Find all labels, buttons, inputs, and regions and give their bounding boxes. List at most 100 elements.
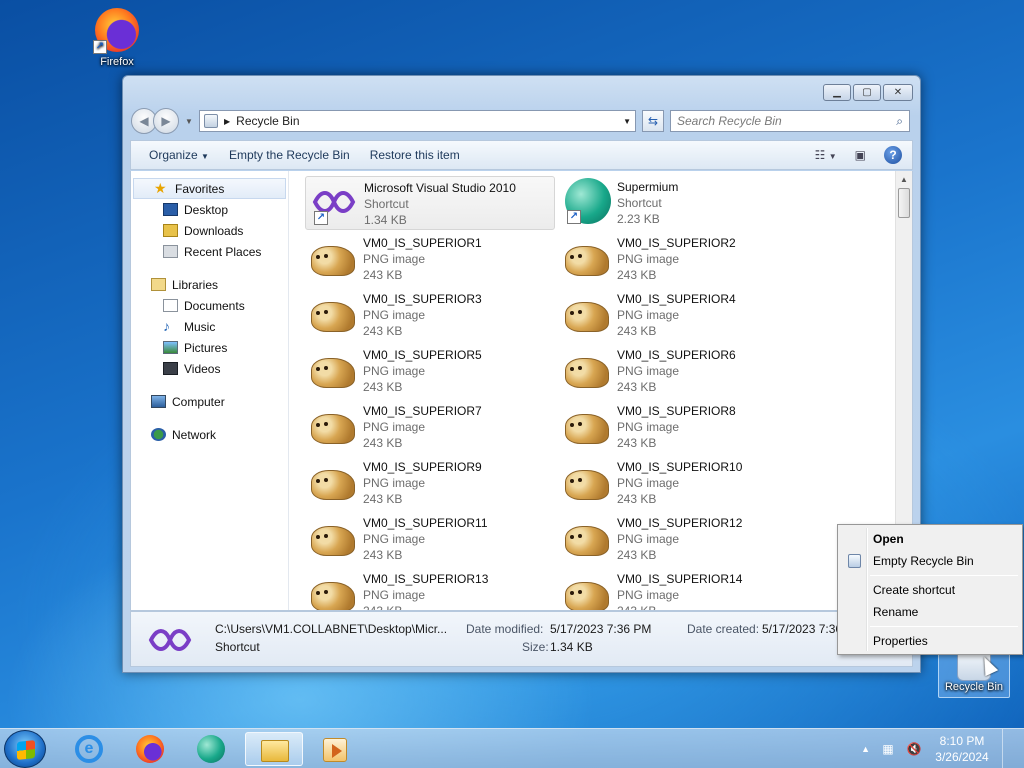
file-item[interactable]: VM0_IS_SUPERIOR11 PNG image 243 KB <box>305 512 555 566</box>
clock-date: 3/26/2024 <box>935 750 989 764</box>
file-name: VM0_IS_SUPERIOR5 <box>363 348 482 362</box>
nav-downloads[interactable]: Downloads <box>131 220 288 241</box>
breadcrumb-arrow-icon[interactable]: ▶ <box>224 117 230 126</box>
file-name: VM0_IS_SUPERIOR11 <box>363 516 488 530</box>
file-type: PNG image <box>363 532 426 546</box>
main-pane: ★ Favorites Desktop Downloads Recent Plac… <box>130 171 913 611</box>
doge-thumbnail <box>563 458 611 506</box>
scroll-up-icon[interactable]: ▲ <box>896 171 912 188</box>
menu-item-open[interactable]: Open <box>840 528 1020 550</box>
file-item[interactable]: VM0_IS_SUPERIOR10 PNG image 243 KB <box>559 456 809 510</box>
shortcut-arrow-icon: ↗ <box>93 40 107 54</box>
forward-button[interactable]: ▶ <box>153 108 179 134</box>
menu-item-empty-recycle-bin[interactable]: Empty Recycle Bin <box>840 550 1020 572</box>
organize-button[interactable]: Organize ▼ <box>143 148 223 162</box>
taskbar-app-supermium[interactable] <box>182 732 240 766</box>
nav-label: Downloads <box>184 223 244 238</box>
nav-favorites[interactable]: ★ Favorites <box>133 178 286 199</box>
restore-item-button[interactable]: Restore this item <box>364 148 474 162</box>
command-bar: Organize ▼ Empty the Recycle Bin Restore… <box>130 140 913 170</box>
file-item[interactable]: VM0_IS_SUPERIOR12 PNG image 243 KB <box>559 512 809 566</box>
network-icon[interactable]: ▦ <box>880 742 896 756</box>
scrollbar-thumb[interactable] <box>898 188 910 218</box>
taskbar-app-firefox[interactable] <box>121 732 179 766</box>
clock[interactable]: 8:10 PM 3/26/2024 <box>932 733 992 765</box>
visual-studio-icon: ↗ <box>310 179 358 227</box>
nav-videos[interactable]: Videos <box>131 358 288 379</box>
date-modified-value: 5/17/2023 7:36 PM <box>550 622 652 636</box>
file-meta: VM0_IS_SUPERIOR4 PNG image 243 KB <box>617 290 736 339</box>
taskbar-app-media-player[interactable] <box>306 732 364 766</box>
maximize-button[interactable]: ▢ <box>853 84 881 101</box>
nav-documents[interactable]: Documents <box>131 295 288 316</box>
nav-desktop[interactable]: Desktop <box>131 199 288 220</box>
details-type: Shortcut <box>215 640 260 654</box>
search-input[interactable]: Search Recycle Bin ⌕ <box>670 110 910 132</box>
nav-pictures[interactable]: Pictures <box>131 337 288 358</box>
view-options-icon[interactable]: ☷ ▼ <box>815 148 837 162</box>
file-type: PNG image <box>617 476 680 490</box>
nav-label: Libraries <box>172 277 219 292</box>
file-item[interactable]: VM0_IS_SUPERIOR14 PNG image243 KB <box>559 568 809 610</box>
file-item[interactable]: VM0_IS_SUPERIOR7 PNG image 243 KB <box>305 400 555 454</box>
file-item[interactable]: ↗ Supermium Shortcut 2.23 KB <box>559 176 809 230</box>
size-label: Size: <box>522 640 549 654</box>
desktop-icon-firefox[interactable]: ↗ Firefox <box>81 6 153 68</box>
details-path: C:\Users\VM1.COLLABNET\Desktop\Micr... <box>215 622 448 636</box>
file-item[interactable]: VM0_IS_SUPERIOR1 PNG image 243 KB <box>305 232 555 286</box>
taskbar-app-explorer[interactable] <box>245 732 303 766</box>
file-item[interactable]: VM0_IS_SUPERIOR13 PNG image243 KB <box>305 568 555 610</box>
nav-recent-places[interactable]: Recent Places <box>131 241 288 262</box>
preview-pane-icon[interactable]: ▣ <box>855 148 866 162</box>
menu-item-rename[interactable]: Rename <box>840 601 1020 623</box>
desktop-icon-recycle-bin[interactable]: Recycle Bin <box>938 648 1010 698</box>
help-icon[interactable]: ? <box>884 146 902 164</box>
file-name: VM0_IS_SUPERIOR12 <box>617 516 743 530</box>
windows-explorer-icon <box>261 740 289 762</box>
menu-item-create-shortcut[interactable]: Create shortcut <box>840 579 1020 601</box>
file-type: PNG image <box>363 308 426 322</box>
minimize-button[interactable]: ▁ <box>823 84 851 101</box>
file-item[interactable]: VM0_IS_SUPERIOR6 PNG image 243 KB <box>559 344 809 398</box>
doge-thumbnail <box>563 234 611 282</box>
empty-recycle-bin-button[interactable]: Empty the Recycle Bin <box>223 148 364 162</box>
date-created-label: Date created: <box>687 622 760 636</box>
address-dropdown-icon[interactable]: ▼ <box>623 117 631 126</box>
file-item[interactable]: VM0_IS_SUPERIOR9 PNG image 243 KB <box>305 456 555 510</box>
nav-computer[interactable]: Computer <box>131 391 288 412</box>
volume-muted-icon[interactable]: 🔇 <box>906 742 922 756</box>
show-desktop-button[interactable] <box>1002 729 1014 768</box>
file-item[interactable]: VM0_IS_SUPERIOR8 PNG image 243 KB <box>559 400 809 454</box>
file-item[interactable]: VM0_IS_SUPERIOR5 PNG image 243 KB <box>305 344 555 398</box>
file-size: 243 KB <box>617 324 657 338</box>
nav-libraries[interactable]: Libraries <box>131 274 288 295</box>
file-item[interactable]: VM0_IS_SUPERIOR2 PNG image 243 KB <box>559 232 809 286</box>
taskbar-app-ie[interactable]: e <box>60 732 118 766</box>
file-item[interactable]: ↗ Microsoft Visual Studio 2010 Shortcut 1.3… <box>305 176 555 230</box>
menu-item-properties[interactable]: Properties <box>840 630 1020 652</box>
firefox-icon: ↗ <box>93 6 141 54</box>
address-bar[interactable]: ▶ Recycle Bin ▼ <box>199 110 636 132</box>
file-item[interactable]: VM0_IS_SUPERIOR4 PNG image 243 KB <box>559 288 809 342</box>
search-placeholder: Search Recycle Bin <box>677 114 782 128</box>
breadcrumb-recycle-bin[interactable]: Recycle Bin <box>236 114 299 128</box>
refresh-button[interactable]: ⇆ <box>642 110 664 132</box>
desktop-icon <box>163 203 178 216</box>
nav-music[interactable]: ♪ Music <box>131 316 288 337</box>
recent-pages-dropdown[interactable]: ▼ <box>185 117 193 126</box>
navigation-pane: ★ Favorites Desktop Downloads Recent Plac… <box>131 171 289 610</box>
start-button[interactable] <box>4 730 46 768</box>
search-icon[interactable]: ⌕ <box>896 114 903 129</box>
close-button[interactable]: ✕ <box>883 84 913 101</box>
nav-label: Recent Places <box>184 244 262 259</box>
file-type: PNG image <box>617 308 680 322</box>
file-item[interactable]: VM0_IS_SUPERIOR3 PNG image 243 KB <box>305 288 555 342</box>
file-type: PNG image <box>617 252 680 266</box>
show-hidden-icons-icon[interactable]: ▲ <box>861 744 870 754</box>
star-icon: ★ <box>154 180 167 196</box>
doge-thumbnail <box>309 402 357 450</box>
computer-icon <box>151 395 166 408</box>
doge-thumbnail <box>563 402 611 450</box>
nav-network[interactable]: Network <box>131 424 288 445</box>
file-list: ↗ Microsoft Visual Studio 2010 Shortcut 1.3… <box>299 171 895 610</box>
